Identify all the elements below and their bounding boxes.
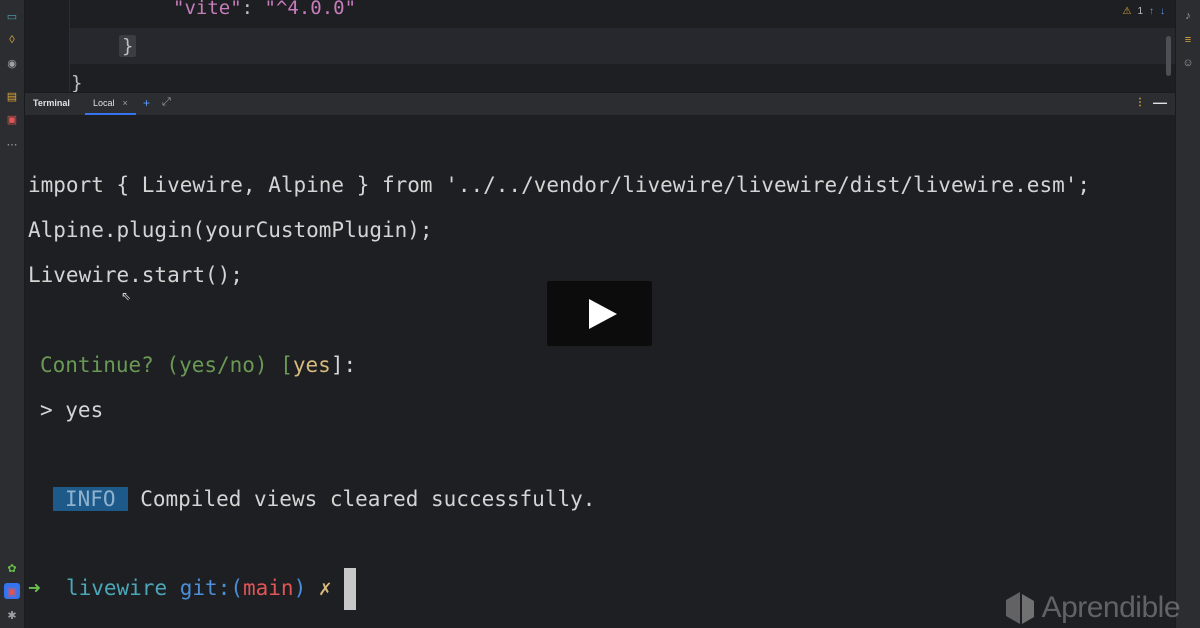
current-line-highlight (70, 28, 1175, 64)
editor-gutter (25, 0, 70, 92)
info-message: Compiled views cleared successfully. (140, 487, 596, 511)
notifications-icon[interactable]: ♪ (1180, 8, 1196, 24)
prompt-end: ]: (330, 353, 357, 377)
brand-watermark: Aprendible (1004, 590, 1181, 626)
code-line-vite: "vite": "^4.0.0" (173, 0, 356, 19)
closing-brace: } (119, 35, 137, 57)
ai-assistant-icon[interactable]: ☺ (1180, 55, 1196, 71)
terminal-line: import { Livewire, Alpine } from '../../… (28, 173, 1091, 197)
close-tab-icon[interactable]: × (123, 98, 128, 108)
play-button[interactable] (547, 281, 652, 346)
github-icon[interactable]: ◉ (4, 55, 20, 71)
warning-count: 1 (1137, 6, 1143, 17)
structure-icon[interactable]: ▤ (4, 88, 20, 104)
editor-scrollbar[interactable] (1166, 36, 1171, 76)
code-editor[interactable]: "vite": "^4.0.0" } } ⚠ 1 ↑ ↓ (25, 0, 1175, 92)
prompt-arrow-icon: ➜ (28, 576, 41, 600)
left-tool-strip: ▭ ◊ ◉ ▤ ▣ ⋯ ✿ ▣ ✱ (0, 0, 25, 628)
terminal-tab-bar: Terminal Local × + ⤢ ⋮ — (25, 92, 1175, 116)
next-highlight-icon[interactable]: ↓ (1160, 6, 1165, 17)
shell-prompt: ➜ livewire git:(main) ✗ (28, 567, 357, 610)
git-label: git:( (179, 576, 243, 600)
brand-name: Aprendible (1041, 591, 1181, 624)
terminal-output[interactable]: import { Livewire, Alpine } from '../../… (25, 115, 1175, 628)
text-cursor (344, 568, 357, 610)
tab-local-label: Local (93, 98, 115, 108)
tab-local[interactable]: Local × (85, 93, 136, 115)
settings-icon[interactable]: ✿ (4, 560, 20, 576)
git-branch: main (242, 576, 294, 600)
code-line-brace: } (119, 35, 137, 57)
database-icon[interactable]: ≡ (1180, 32, 1196, 48)
code-line-brace-outer: } (71, 72, 83, 92)
options-menu-icon[interactable]: ⋮ (1135, 97, 1145, 108)
prompt-question: Continue? (yes/no) [ (40, 353, 293, 377)
editor-inspection-status[interactable]: ⚠ 1 ↑ ↓ (1122, 6, 1165, 17)
expand-icon[interactable]: ⤢ (162, 96, 171, 109)
info-line: INFO Compiled views cleared successfully… (53, 487, 595, 511)
shell-directory: livewire (65, 576, 168, 600)
minimize-icon[interactable]: — (1153, 94, 1167, 110)
terminal-line: Livewire.start(); (28, 263, 243, 287)
prev-highlight-icon[interactable]: ↑ (1149, 6, 1154, 17)
prompt-default: yes (292, 353, 331, 377)
new-tab-icon[interactable]: + (143, 96, 150, 110)
warning-icon: ⚠ (1122, 6, 1132, 17)
terminal-tool-title: Terminal (33, 98, 70, 108)
prompt-answer: > yes (40, 398, 104, 422)
play-icon (588, 298, 617, 329)
vite-key: "vite" (173, 0, 242, 19)
vite-value: "^4.0.0" (264, 0, 357, 19)
brand-logo-icon (1005, 592, 1034, 624)
git-label-end: ) (293, 576, 307, 600)
mouse-pointer-icon: ⇖ (121, 289, 132, 303)
more-tools-icon[interactable]: ⋯ (4, 136, 20, 152)
info-badge: INFO (53, 487, 128, 511)
terminal-tool-icon[interactable]: ▣ (4, 583, 20, 599)
git-dirty-icon: ✗ (318, 576, 332, 600)
right-tool-strip: ♪ ≡ ☺ (1175, 0, 1200, 628)
continue-prompt: Continue? (yes/no) [yes]: (40, 353, 356, 377)
commit-icon[interactable]: ◊ (4, 32, 20, 48)
project-icon[interactable]: ▭ (4, 8, 20, 24)
vite-sep: : (241, 0, 265, 19)
terminal-line: Alpine.plugin(yourCustomPlugin); (28, 218, 433, 242)
problems-icon[interactable]: ✱ (4, 607, 20, 623)
bookmarks-icon[interactable]: ▣ (4, 111, 20, 127)
